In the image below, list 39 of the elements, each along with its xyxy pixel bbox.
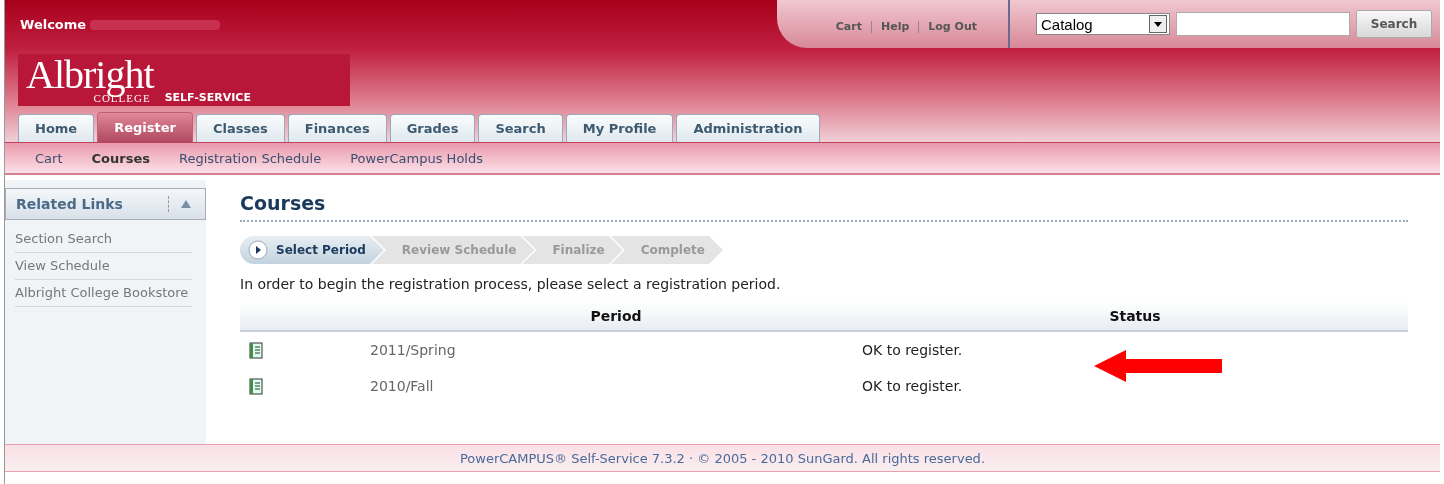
nav-tab[interactable]: Home [18,114,95,142]
nav-tab[interactable]: Grades [389,114,476,142]
nav-tab[interactable]: Finances [287,114,387,142]
subnav-link[interactable]: PowerCampus Holds [350,150,498,166]
nav-tab[interactable]: Classes [195,114,285,142]
progress-step: Select Period [240,236,384,264]
subnav-link[interactable]: Cart [35,150,78,166]
search-field[interactable] [1176,12,1350,36]
nav-tab[interactable]: Administration [676,114,820,142]
status-text: OK to register. [862,342,963,358]
sidebar-link[interactable]: Section Search [15,226,192,253]
progress-step: Review Schedule [371,236,535,264]
period-link[interactable]: 2010/Fall [370,368,862,404]
subnav-link[interactable]: Registration Schedule [178,150,337,166]
nav-tab[interactable]: Search [478,114,563,142]
instruction-text: In order to begin the registration process, please select a registration period. [240,276,782,292]
sidebar-link[interactable]: Albright College Bookstore [15,280,192,307]
subnav-link[interactable]: Courses [91,150,165,166]
sidebar-title: Related Links [16,196,123,212]
nav-tab[interactable]: My Profile [565,114,674,142]
status-text: OK to register. [862,378,963,394]
play-icon [248,240,268,260]
college-logo: Albright COLLEGE SELF-SERVICE [18,54,350,106]
page-title: Courses [240,192,1408,222]
welcome-text: Welcome [20,17,87,32]
footer-text: PowerCAMPUS® Self-Service 7.3.2 · © 2005 - 2010 SunGard. All rights reserved. [5,444,1440,472]
nav-tab[interactable]: Register [97,112,193,142]
search-button[interactable]: Search [1356,10,1432,38]
catalog-dropdown[interactable]: Catalog [1036,13,1170,35]
sidebar-link[interactable]: View Schedule [15,253,192,280]
collapse-icon [181,200,191,208]
top-link[interactable]: Log Out [918,21,986,33]
caret-icon [1154,21,1162,27]
notebook-icon[interactable] [249,377,263,395]
top-link[interactable]: Help [870,21,919,33]
notebook-icon[interactable] [249,341,263,359]
period-link[interactable]: 2011/Spring [370,331,862,368]
progress-step: Complete [610,236,723,264]
top-link[interactable]: Cart [826,21,871,33]
